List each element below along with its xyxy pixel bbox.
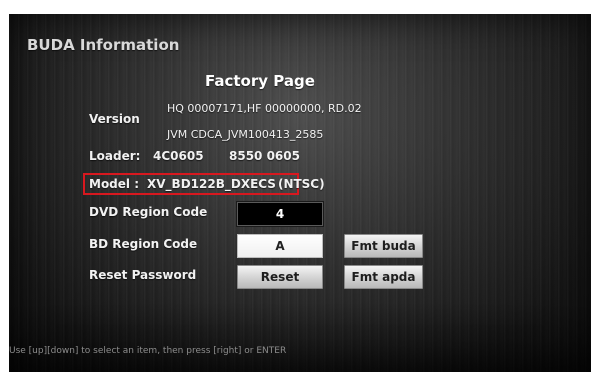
model-label: Model : [89, 177, 140, 191]
loader-label: Loader: [89, 149, 141, 163]
version-value-line1: HQ 00007171,HF 00000000, RD.02 [167, 102, 362, 115]
fmt-apda-button[interactable]: Fmt apda [344, 265, 423, 289]
reset-password-label: Reset Password [89, 268, 197, 282]
fmt-buda-button[interactable]: Fmt buda [344, 234, 423, 258]
model-value: XV_BD122B_DXECS [147, 177, 276, 191]
page-title: Factory Page [205, 72, 315, 90]
loader-value-2: 8550 0605 [229, 149, 300, 163]
loader-value-1: 4C0605 [153, 149, 204, 163]
bd-region-label: BD Region Code [89, 237, 198, 251]
model-suffix: (NTSC) [277, 177, 325, 191]
version-label: Version [89, 112, 140, 126]
reset-button[interactable]: Reset [237, 265, 323, 289]
dvd-region-label: DVD Region Code [89, 205, 208, 219]
dvd-region-field[interactable]: 4 [237, 202, 323, 226]
bd-region-field[interactable]: A [237, 234, 323, 258]
version-value-line2: JVM CDCA_JVM100413_2585 [167, 128, 324, 141]
app-title: BUDA Information [27, 36, 180, 54]
model-row: Model : XV_BD122B_DXECS (NTSC) [89, 177, 325, 191]
help-text: Use [up][down] to select an item, then p… [9, 346, 287, 356]
